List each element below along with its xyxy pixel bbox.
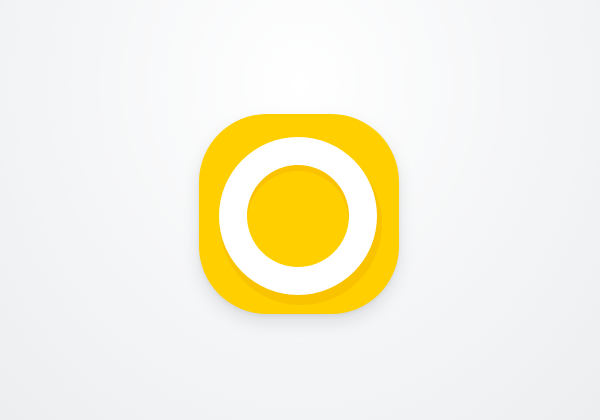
canvas [0,0,600,420]
ring-center [247,165,349,267]
